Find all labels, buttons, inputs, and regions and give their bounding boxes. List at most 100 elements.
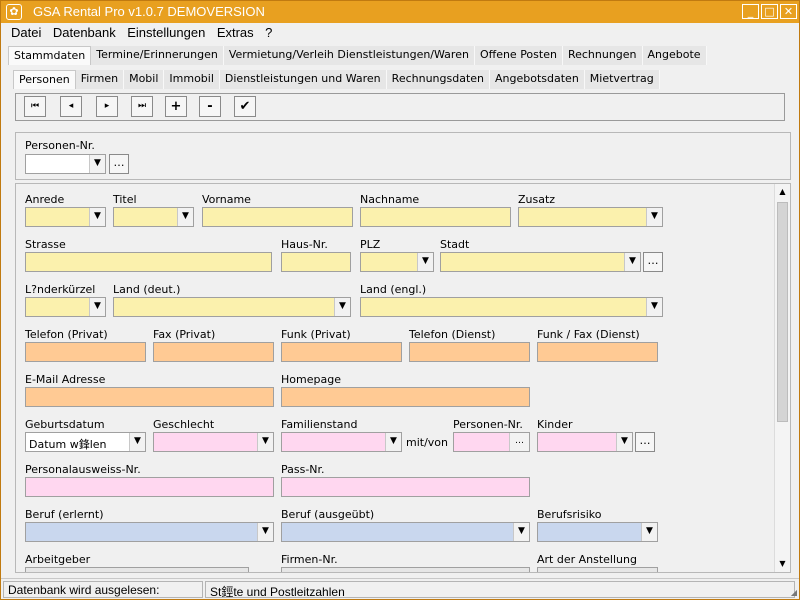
partner-lookup-button[interactable]: … (509, 433, 529, 451)
telefon-dienst-field[interactable] (409, 342, 530, 362)
geburtsdatum-picker[interactable]: Datum w鋒len ▼ (25, 432, 146, 452)
homepage-field[interactable] (281, 387, 530, 407)
nachname-field[interactable] (360, 207, 511, 227)
delete-record-button[interactable]: - (199, 96, 221, 117)
funk-fax-dienst-label: Funk / Fax (Dienst) (537, 328, 640, 341)
subtab-dienstleistungen[interactable]: Dienstleistungen und Waren (219, 70, 387, 89)
arbeitgeber-label: Arbeitgeber (25, 553, 91, 566)
scroll-up-icon[interactable]: ▲ (775, 184, 790, 200)
menu-einstellungen[interactable]: Einstellungen (127, 25, 205, 40)
personen-nr-select[interactable]: ▼ (25, 154, 106, 174)
firmen-nr-field[interactable] (281, 567, 530, 572)
chevron-down-icon: ▼ (89, 155, 105, 173)
tab-stammdaten[interactable]: Stammdaten (8, 46, 92, 65)
maximize-button[interactable]: □ (761, 4, 778, 19)
vorname-field[interactable] (202, 207, 353, 227)
land-deut-select[interactable]: ▼ (113, 297, 351, 317)
resize-grip-icon[interactable]: ◢ (791, 588, 797, 597)
chevron-down-icon: ▼ (646, 298, 662, 316)
ausweis-field[interactable] (25, 477, 274, 497)
partner-personen-nr-field[interactable]: … (453, 432, 530, 452)
art-anstellung-label: Art der Anstellung (537, 553, 637, 566)
kinder-label: Kinder (537, 418, 573, 431)
art-anstellung-select[interactable] (537, 567, 658, 572)
stadt-select[interactable]: ▼ (440, 252, 641, 272)
berufsrisiko-select[interactable]: ▼ (537, 522, 658, 542)
plz-select[interactable]: ▼ (360, 252, 434, 272)
fax-privat-label: Fax (Privat) (153, 328, 216, 341)
strasse-field[interactable] (25, 252, 272, 272)
tab-offene-posten[interactable]: Offene Posten (474, 46, 563, 65)
sub-tab-strip: Personen Firmen Mobil Immobil Dienstleis… (13, 70, 660, 89)
save-record-button[interactable]: ✔ (234, 96, 256, 117)
hausnr-field[interactable] (281, 252, 351, 272)
last-record-button[interactable]: ⏭ (131, 96, 153, 117)
menu-datenbank[interactable]: Datenbank (53, 25, 116, 40)
person-form-panel: Anrede ▼ Titel ▼ Vorname Nachname Zusatz… (15, 183, 791, 573)
scroll-down-icon[interactable]: ▼ (775, 556, 790, 572)
status-right: St鋞te und Postleitzahlen (205, 581, 795, 599)
subtab-rechnungsdaten[interactable]: Rechnungsdaten (386, 70, 491, 89)
email-field[interactable] (25, 387, 274, 407)
familienstand-select[interactable]: ▼ (281, 432, 402, 452)
telefon-privat-label: Telefon (Privat) (25, 328, 108, 341)
subtab-mobil[interactable]: Mobil (124, 70, 165, 89)
personen-nr-lookup-button[interactable]: … (109, 154, 129, 174)
add-record-button[interactable]: + (165, 96, 187, 117)
minimize-button[interactable]: _ (742, 4, 759, 19)
subtab-personen[interactable]: Personen (13, 70, 76, 89)
kinder-select[interactable]: ▼ (537, 432, 633, 452)
subtab-angebotsdaten[interactable]: Angebotsdaten (490, 70, 585, 89)
menu-bar: Datei Datenbank Einstellungen Extras ? (11, 25, 280, 43)
titel-select[interactable]: ▼ (113, 207, 194, 227)
hausnr-label: Haus-Nr. (281, 238, 328, 251)
pass-field[interactable] (281, 477, 530, 497)
beruf-ausgeuebt-select[interactable]: ▼ (281, 522, 530, 542)
subtab-firmen[interactable]: Firmen (75, 70, 125, 89)
beruf-erlernt-label: Beruf (erlernt) (25, 508, 104, 521)
tab-vermietung[interactable]: Vermietung/Verleih Dienstleistungen/Ware… (223, 46, 475, 65)
app-window: ✿ GSA Rental Pro v1.0.7 DEMOVERSION _ □ … (0, 0, 800, 600)
form-scrollbar[interactable]: ▲ ▼ (774, 184, 790, 572)
funk-privat-label: Funk (Privat) (281, 328, 351, 341)
chevron-down-icon: ▼ (624, 253, 640, 271)
first-record-button[interactable]: ⏮ (24, 96, 46, 117)
land-engl-select[interactable]: ▼ (360, 297, 663, 317)
next-record-button[interactable]: ▸ (96, 96, 118, 117)
stadt-lookup-button[interactable]: … (643, 252, 663, 272)
geschlecht-select[interactable]: ▼ (153, 432, 274, 452)
tab-rechnungen[interactable]: Rechnungen (562, 46, 643, 65)
menu-help[interactable]: ? (265, 25, 272, 40)
funk-fax-dienst-field[interactable] (537, 342, 658, 362)
anrede-select[interactable]: ▼ (25, 207, 106, 227)
laenderkuerzel-select[interactable]: ▼ (25, 297, 106, 317)
zusatz-select[interactable]: ▼ (518, 207, 663, 227)
tab-angebote[interactable]: Angebote (642, 46, 707, 65)
scroll-thumb[interactable] (777, 202, 788, 422)
beruf-ausgeuebt-label: Beruf (ausgeübt) (281, 508, 375, 521)
nachname-label: Nachname (360, 193, 420, 206)
subtab-mietvertrag[interactable]: Mietvertrag (584, 70, 660, 89)
email-label: E-Mail Adresse (25, 373, 106, 386)
chevron-down-icon: ▼ (129, 433, 145, 451)
title-bar[interactable]: ✿ GSA Rental Pro v1.0.7 DEMOVERSION _ □ … (1, 1, 799, 23)
window-title: GSA Rental Pro v1.0.7 DEMOVERSION (33, 4, 265, 19)
beruf-erlernt-select[interactable]: ▼ (25, 522, 274, 542)
kinder-lookup-button[interactable]: … (635, 432, 655, 452)
land-deut-label: Land (deut.) (113, 283, 181, 296)
close-button[interactable]: ✕ (780, 4, 797, 19)
tab-termine[interactable]: Termine/Erinnerungen (91, 46, 224, 65)
subtab-immobil[interactable]: Immobil (164, 70, 220, 89)
funk-privat-field[interactable] (281, 342, 402, 362)
fax-privat-field[interactable] (153, 342, 274, 362)
chevron-down-icon: ▼ (257, 523, 273, 541)
menu-extras[interactable]: Extras (217, 25, 254, 40)
telefon-privat-field[interactable] (25, 342, 146, 362)
prev-record-button[interactable]: ◂ (60, 96, 82, 117)
menu-datei[interactable]: Datei (11, 25, 41, 40)
arbeitgeber-field[interactable] (25, 567, 249, 572)
chevron-down-icon: ▼ (646, 208, 662, 226)
chevron-down-icon: ▼ (89, 208, 105, 226)
anrede-label: Anrede (25, 193, 65, 206)
chevron-down-icon: ▼ (641, 523, 657, 541)
